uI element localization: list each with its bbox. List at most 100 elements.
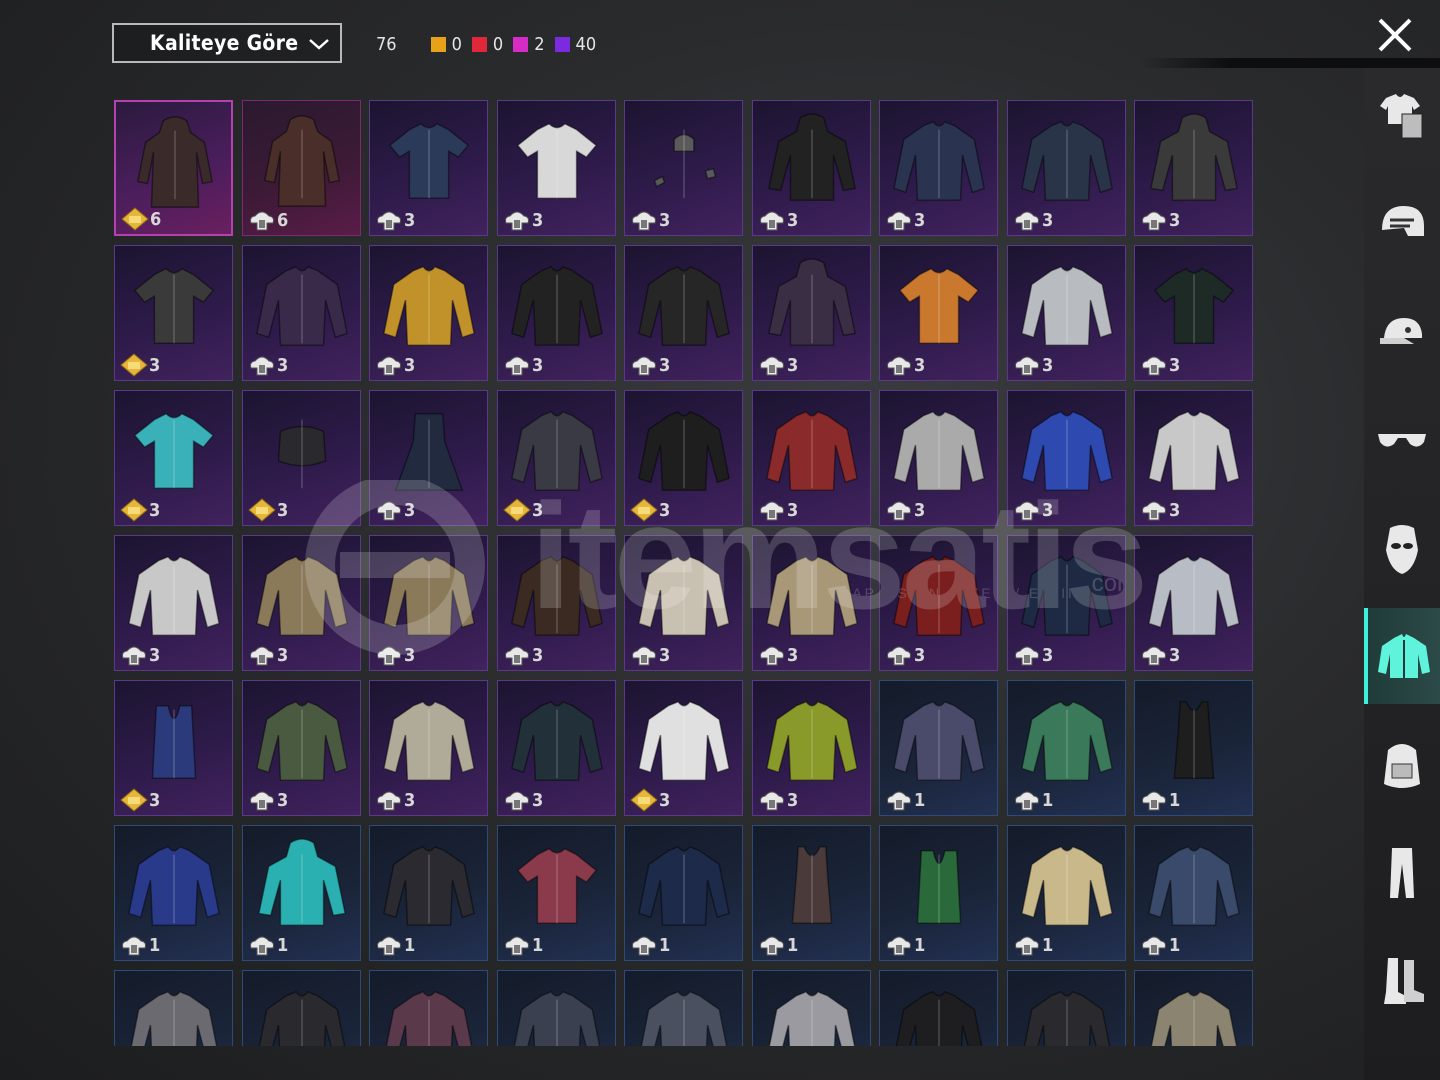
inventory-item-jacket[interactable]: 3 [497, 245, 616, 381]
inventory-item-jacket[interactable]: 3 [369, 245, 488, 381]
inventory-item-jacket[interactable] [114, 970, 233, 1046]
item-quantity: 3 [404, 355, 416, 376]
inventory-item-jacket[interactable]: 3 [369, 680, 488, 816]
sidebar-item-hat[interactable] [1364, 284, 1440, 380]
inventory-item-tshirt[interactable]: 3 [1134, 245, 1253, 381]
sidebar-item-jacket[interactable] [1364, 608, 1440, 704]
inventory-item-shirt[interactable]: 3 [752, 390, 871, 526]
item-quantity: 3 [149, 500, 161, 521]
sidebar-item-helmet[interactable] [1364, 176, 1440, 272]
classic-crate-icon [760, 646, 784, 666]
inventory-item-hoodie[interactable]: 3 [752, 245, 871, 381]
item-quantity: 3 [1042, 355, 1054, 376]
inventory-item-hoodie[interactable]: 3 [752, 100, 871, 236]
jacket-icon [895, 990, 983, 1046]
item-quantity: 3 [149, 355, 161, 376]
item-quantity: 1 [404, 935, 416, 956]
inventory-item-sweater[interactable]: 3 [1007, 100, 1126, 236]
inventory-item-tshirt[interactable]: 3 [497, 100, 616, 236]
inventory-item-jacket[interactable]: 3 [114, 535, 233, 671]
inventory-item-tshirt[interactable]: 1 [497, 825, 616, 961]
jacket-icon [768, 990, 856, 1046]
inventory-item-jacket[interactable] [497, 970, 616, 1046]
inventory-item-jacket[interactable]: 1 [879, 680, 998, 816]
inventory-item-vest[interactable]: 1 [879, 825, 998, 961]
gold-crate-icon [121, 207, 149, 231]
inventory-item-jacket[interactable] [1134, 970, 1253, 1046]
count-orange: 0 [430, 34, 462, 55]
inventory-item-long-coat[interactable]: 6 [242, 100, 361, 236]
inventory-item-hoodie[interactable]: 1 [242, 825, 361, 961]
item-quantity: 1 [914, 790, 926, 811]
inventory-item-jacket[interactable]: 3 [242, 535, 361, 671]
sort-dropdown[interactable]: Kaliteye Göre [112, 23, 342, 63]
inventory-item-jacket[interactable]: 3 [752, 680, 871, 816]
inventory-item-jacket[interactable]: 3 [1134, 390, 1253, 526]
tshirt-icon [898, 267, 980, 344]
inventory-item-jacket[interactable]: 1 [114, 825, 233, 961]
inventory-item-shirt[interactable]: 3 [1007, 245, 1126, 381]
sidebar-item-glasses[interactable] [1364, 392, 1440, 488]
inventory-item-jacket[interactable]: 3 [879, 100, 998, 236]
inventory-item-shirt[interactable]: 3 [624, 680, 743, 816]
sidebar-item-outfit[interactable] [1364, 68, 1440, 164]
hoodie-icon [258, 838, 346, 926]
inventory-item-jacket[interactable]: 1 [1134, 825, 1253, 961]
jacket-icon [1150, 990, 1238, 1046]
inventory-item-jacket[interactable]: 3 [369, 535, 488, 671]
inventory-item-tshirt[interactable]: 3 [114, 390, 233, 526]
inventory-item-jacket[interactable] [752, 970, 871, 1046]
sidebar-item-pants[interactable] [1364, 824, 1440, 920]
inventory-item-jacket[interactable] [369, 970, 488, 1046]
item-quantity: 1 [1042, 935, 1054, 956]
jacket-icon [638, 410, 730, 491]
item-quantity: 1 [914, 935, 926, 956]
sidebar-item-mask[interactable] [1364, 500, 1440, 596]
inventory-item-jacket[interactable]: 3 [624, 390, 743, 526]
inventory-item-jacket[interactable]: 3 [624, 245, 743, 381]
inventory-item-jacket[interactable] [1007, 970, 1126, 1046]
inventory-item-jacket[interactable]: 1 [369, 825, 488, 961]
jacket-icon [1023, 990, 1111, 1046]
classic-crate-icon [760, 791, 784, 811]
shirt-icon [766, 410, 858, 491]
sidebar-item-backpack[interactable] [1364, 716, 1440, 812]
tank-icon [1173, 701, 1215, 779]
gold-crate-icon [248, 498, 276, 522]
inventory-item-tank[interactable]: 1 [752, 825, 871, 961]
inventory-item-tshirt[interactable]: 3 [879, 245, 998, 381]
inventory-item-jacket[interactable]: 3 [879, 535, 998, 671]
inventory-item-vest[interactable]: 3 [114, 680, 233, 816]
inventory-item-shirt[interactable]: 3 [497, 390, 616, 526]
inventory-item-shirt[interactable]: 1 [1007, 680, 1126, 816]
inventory-item-jacket[interactable] [242, 970, 361, 1046]
inventory-item-accessory[interactable]: 3 [624, 100, 743, 236]
inventory-item-hoodie[interactable]: 3 [1134, 100, 1253, 236]
inventory-item-top[interactable]: 3 [242, 390, 361, 526]
item-quantity: 3 [787, 500, 799, 521]
inventory-item-shirt[interactable]: 3 [624, 535, 743, 671]
inventory-item-jacket[interactable]: 3 [1007, 535, 1126, 671]
item-quantity: 3 [787, 645, 799, 666]
sidebar-item-boots[interactable] [1364, 932, 1440, 1028]
inventory-item-tank[interactable]: 1 [1134, 680, 1253, 816]
item-quantity: 3 [659, 645, 671, 666]
inventory-item-shirt[interactable]: 3 [1007, 390, 1126, 526]
inventory-item-tshirt[interactable]: 3 [114, 245, 233, 381]
close-icon[interactable] [1376, 16, 1414, 54]
inventory-item-jacket[interactable]: 3 [497, 680, 616, 816]
inventory-item-dress[interactable]: 3 [369, 390, 488, 526]
item-quantity: 1 [1169, 790, 1181, 811]
inventory-item-jacket[interactable]: 3 [242, 245, 361, 381]
inventory-item-jacket[interactable]: 3 [1134, 535, 1253, 671]
inventory-item-jacket[interactable]: 3 [879, 390, 998, 526]
inventory-item-jacket[interactable] [624, 970, 743, 1046]
inventory-item-shirt[interactable]: 1 [624, 825, 743, 961]
inventory-item-shirt[interactable]: 3 [752, 535, 871, 671]
inventory-item-sweater[interactable]: 3 [242, 680, 361, 816]
inventory-item-jacket[interactable] [879, 970, 998, 1046]
inventory-item-jacket[interactable]: 3 [497, 535, 616, 671]
inventory-item-shirt[interactable]: 1 [1007, 825, 1126, 961]
inventory-item-hooded-coat[interactable]: 6 [114, 100, 233, 236]
inventory-item-tshirt[interactable]: 3 [369, 100, 488, 236]
